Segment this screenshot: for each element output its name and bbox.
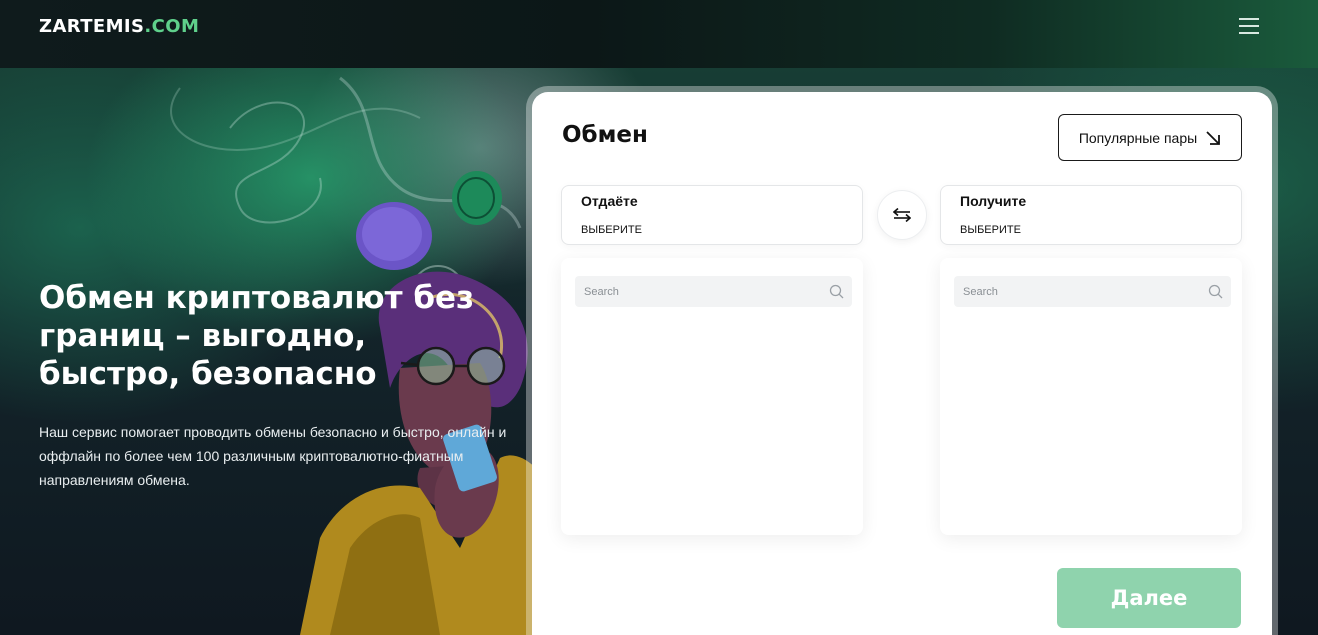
give-currency-select[interactable]: Отдаёте ВЫБЕРИТЕ — [561, 185, 863, 245]
logo[interactable]: ZARTEMIS.COM — [39, 16, 199, 37]
search-icon — [1208, 284, 1223, 299]
get-search-field[interactable] — [954, 276, 1231, 307]
site-header: ZARTEMIS.COM — [0, 0, 1318, 68]
exchange-title: Обмен — [562, 122, 648, 148]
get-currency-select[interactable]: Получите ВЫБЕРИТЕ — [940, 185, 1242, 245]
get-currency-list[interactable] — [940, 258, 1242, 535]
hero-section: Обмен криптовалют без границ – выгодно, … — [0, 68, 1318, 635]
give-label: Отдаёте — [581, 193, 638, 209]
popular-pairs-label: Популярные пары — [1078, 129, 1198, 146]
get-label: Получите — [960, 193, 1027, 209]
logo-tld-text: .COM — [144, 16, 200, 37]
logo-main-text: ZARTEMIS — [39, 16, 145, 37]
arrow-down-right-icon — [1206, 130, 1221, 145]
next-button[interactable]: Далее — [1057, 568, 1241, 628]
hero-description: Наш сервис помогает проводить обмены без… — [39, 424, 507, 488]
give-search-input[interactable] — [575, 276, 852, 307]
hamburger-menu-icon[interactable] — [1237, 16, 1261, 36]
swap-button[interactable] — [877, 190, 927, 240]
give-currency-list[interactable] — [561, 258, 863, 535]
swap-arrows-icon — [893, 208, 911, 222]
exchange-card: Обмен Популярные пары Отдаёте ВЫБЕРИТЕ П… — [532, 92, 1272, 635]
popular-pairs-button[interactable]: Популярные пары — [1058, 114, 1242, 161]
get-value: ВЫБЕРИТЕ — [960, 224, 1021, 236]
give-search-field[interactable] — [575, 276, 852, 307]
give-value: ВЫБЕРИТЕ — [581, 224, 642, 236]
search-icon — [829, 284, 844, 299]
get-search-input[interactable] — [954, 276, 1231, 307]
hero-title: Обмен криптовалют без границ – выгодно, … — [39, 280, 475, 392]
